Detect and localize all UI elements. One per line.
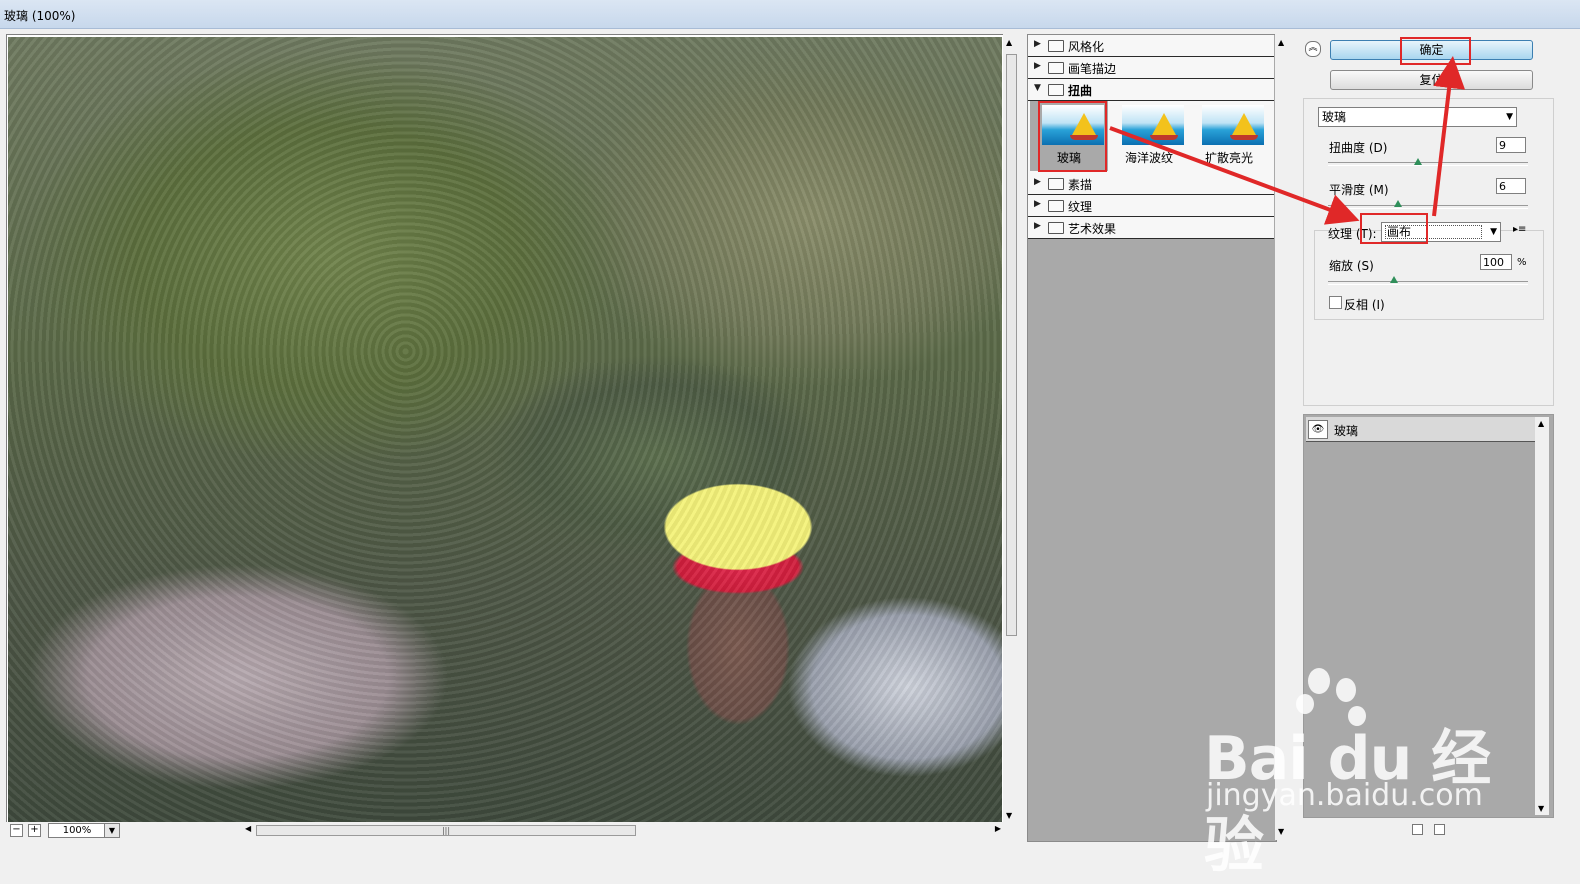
scaling-slider-handle[interactable] xyxy=(1390,276,1398,283)
filter-thumb-label: 扩散亮光 xyxy=(1204,151,1253,165)
paw-icon xyxy=(1336,678,1356,702)
invert-checkbox[interactable] xyxy=(1329,296,1342,309)
highlight-texture-select xyxy=(1360,213,1428,244)
scroll-down-icon[interactable]: ▼ xyxy=(1006,811,1012,820)
reset-button[interactable]: 复位 xyxy=(1330,70,1533,90)
highlight-ok-button xyxy=(1400,37,1471,65)
category-label: 风格化 xyxy=(1068,40,1105,54)
scaling-label: 缩放 (S) xyxy=(1329,259,1374,273)
zoom-in-button[interactable]: + xyxy=(28,824,41,837)
category-texture[interactable]: ▶ 纹理 xyxy=(1028,195,1274,217)
folder-icon xyxy=(1048,62,1064,74)
expand-arrow-icon[interactable]: ▶ xyxy=(1034,177,1041,187)
chevron-down-icon: ▼ xyxy=(1490,227,1497,237)
zoom-level[interactable]: 100% xyxy=(48,823,106,838)
scaling-slider[interactable] xyxy=(1328,281,1528,285)
scroll-down-icon[interactable]: ▼ xyxy=(1538,804,1544,813)
expand-arrow-icon[interactable]: ▶ xyxy=(1034,61,1041,71)
scaling-input[interactable]: 100 xyxy=(1480,254,1512,270)
invert-label: 反相 (I) xyxy=(1344,298,1385,312)
layers-scrollbar[interactable]: ▲ ▼ xyxy=(1535,417,1549,815)
baidu-watermark: Bai du 经验 jingyan.baidu.com xyxy=(1204,668,1504,881)
category-label: 画笔描边 xyxy=(1068,62,1117,76)
folder-icon xyxy=(1048,222,1064,234)
collapse-gallery-button[interactable]: ︽ xyxy=(1305,41,1321,57)
smoothness-slider[interactable] xyxy=(1328,205,1528,209)
layer-label: 玻璃 xyxy=(1334,424,1359,438)
zoom-out-button[interactable]: − xyxy=(10,824,23,837)
collapse-arrow-icon[interactable]: ▼ xyxy=(1034,83,1041,93)
category-sketch[interactable]: ▶ 素描 xyxy=(1028,173,1274,195)
scroll-thumb[interactable]: ||| xyxy=(256,825,636,836)
chevron-down-icon: ▼ xyxy=(1506,112,1513,122)
paw-icon xyxy=(1308,668,1330,694)
category-artistic[interactable]: ▶ 艺术效果 xyxy=(1028,217,1274,239)
texture-menu-icon[interactable]: ▸≡ xyxy=(1513,224,1526,235)
category-label: 素描 xyxy=(1068,178,1093,192)
preview-pane[interactable] xyxy=(6,34,1006,826)
category-label: 艺术效果 xyxy=(1068,222,1117,236)
filter-select[interactable]: 玻璃 ▼ xyxy=(1318,107,1517,127)
title-bar: 玻璃 (100%) xyxy=(0,0,1580,29)
category-brush-strokes[interactable]: ▶ 画笔描边 xyxy=(1028,57,1274,79)
distortion-slider-handle[interactable] xyxy=(1414,158,1422,165)
scroll-up-icon[interactable]: ▲ xyxy=(1006,38,1012,47)
ocean-ripple-thumbnail xyxy=(1122,105,1184,145)
distortion-input[interactable]: 9 xyxy=(1496,137,1526,153)
filter-select-value: 玻璃 xyxy=(1322,110,1347,124)
scroll-thumb[interactable] xyxy=(1006,54,1017,636)
folder-icon xyxy=(1048,40,1064,52)
window-title: 玻璃 (100%) xyxy=(4,9,76,23)
highlight-glass-thumb xyxy=(1038,101,1107,172)
scroll-right-icon[interactable]: ▶ xyxy=(995,824,1001,833)
scroll-up-icon[interactable]: ▲ xyxy=(1278,38,1284,47)
filter-thumb-ocean-ripple[interactable]: 海洋波纹 xyxy=(1110,101,1188,171)
zoom-bar: − + 100% ▼ ◀ ||| ▶ xyxy=(6,822,1006,838)
distortion-label: 扭曲度 (D) xyxy=(1329,141,1388,155)
eye-icon[interactable]: 👁 xyxy=(1308,420,1328,439)
preview-vertical-scrollbar[interactable]: ▲ ▼ xyxy=(1003,34,1019,824)
smoothness-label: 平滑度 (M) xyxy=(1329,183,1389,197)
preview-image xyxy=(8,37,1002,823)
scaling-unit: % xyxy=(1517,257,1527,268)
category-distort[interactable]: ▼ 扭曲 xyxy=(1028,79,1274,101)
preview-horizontal-scrollbar[interactable]: ◀ ||| ▶ xyxy=(242,823,1004,837)
category-stylize[interactable]: ▶ 风格化 xyxy=(1028,35,1274,57)
scroll-left-icon[interactable]: ◀ xyxy=(245,824,251,833)
expand-arrow-icon[interactable]: ▶ xyxy=(1034,199,1041,209)
category-label: 纹理 xyxy=(1068,200,1093,214)
distortion-slider[interactable] xyxy=(1328,162,1528,166)
open-folder-icon xyxy=(1048,84,1064,96)
expand-arrow-icon[interactable]: ▶ xyxy=(1034,221,1041,231)
folder-icon xyxy=(1048,200,1064,212)
watermark-url: jingyan.baidu.com xyxy=(1206,778,1483,813)
filter-thumb-diffuse-glow[interactable]: 扩散亮光 xyxy=(1190,101,1268,171)
smoothness-input[interactable]: 6 xyxy=(1496,178,1526,194)
folder-icon xyxy=(1048,178,1064,190)
expand-arrow-icon[interactable]: ▶ xyxy=(1034,39,1041,49)
diffuse-glow-thumbnail xyxy=(1202,105,1264,145)
zoom-dropdown-icon[interactable]: ▼ xyxy=(104,823,120,838)
smoothness-slider-handle[interactable] xyxy=(1394,200,1402,207)
category-label: 扭曲 xyxy=(1068,84,1093,98)
effect-layer-glass[interactable]: 👁 玻璃 xyxy=(1306,417,1535,442)
filter-thumb-label: 海洋波纹 xyxy=(1124,151,1173,165)
scroll-up-icon[interactable]: ▲ xyxy=(1538,419,1544,428)
